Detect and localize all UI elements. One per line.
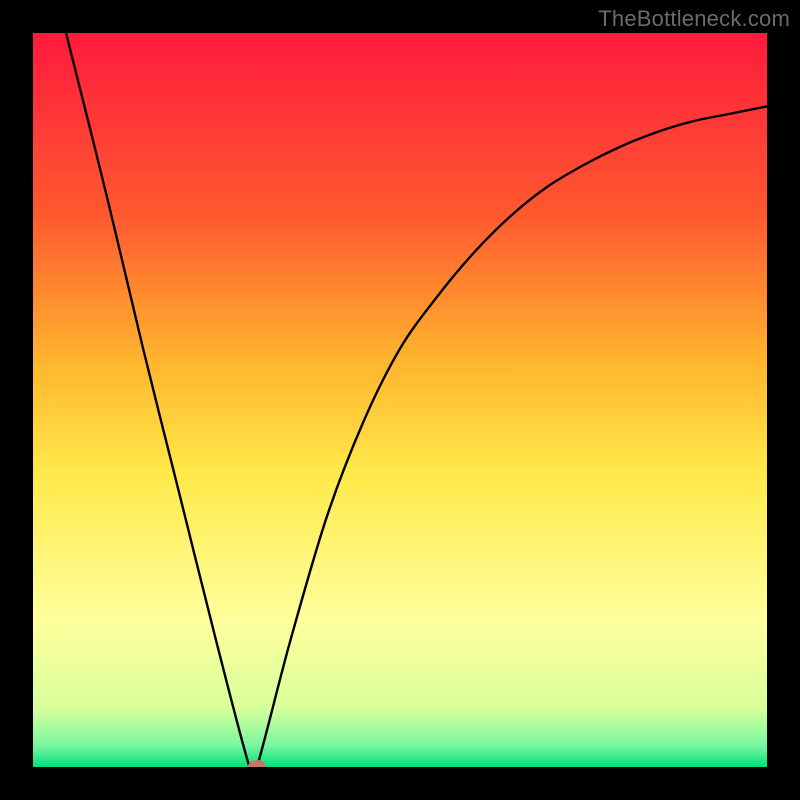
chart-frame: TheBottleneck.com bbox=[0, 0, 800, 800]
plot-background bbox=[33, 33, 767, 767]
min-marker bbox=[248, 760, 266, 774]
watermark-text: TheBottleneck.com bbox=[598, 6, 790, 32]
chart-svg bbox=[0, 0, 800, 800]
